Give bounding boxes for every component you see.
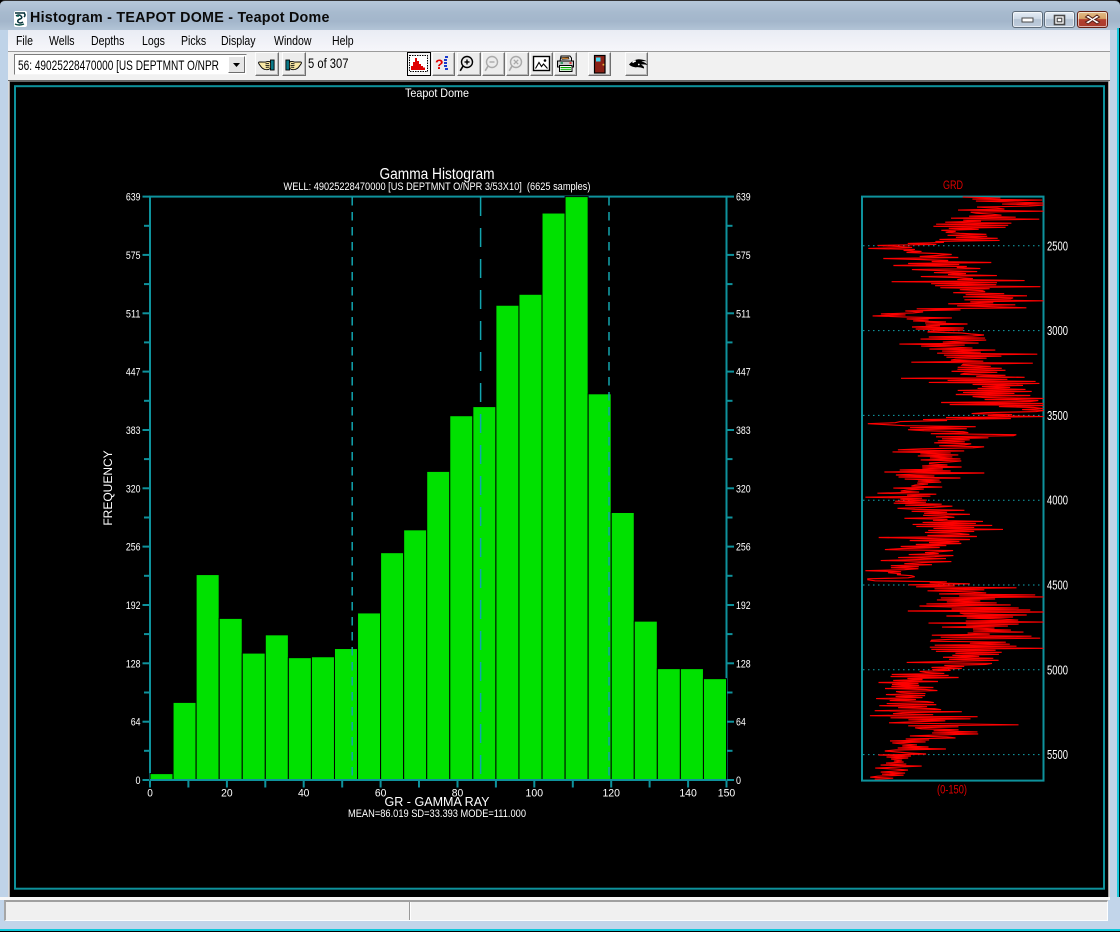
svg-text:3500: 3500 (1047, 409, 1068, 423)
svg-text:20: 20 (221, 788, 233, 800)
svg-text:WELL: 49025228470000 [US DEPTM: WELL: 49025228470000 [US DEPTMNT O/NPR 3… (284, 181, 591, 193)
svg-text:0: 0 (136, 775, 141, 787)
svg-text:120: 120 (602, 788, 620, 800)
svg-text:383: 383 (126, 425, 141, 437)
svg-text:0: 0 (147, 788, 153, 800)
svg-text:128: 128 (126, 658, 141, 670)
svg-text:5500: 5500 (1047, 748, 1068, 762)
svg-text:256: 256 (736, 542, 751, 554)
svg-text:320: 320 (736, 483, 751, 495)
svg-text:447: 447 (126, 367, 141, 379)
svg-text:639: 639 (126, 192, 141, 204)
svg-text:447: 447 (736, 367, 751, 379)
svg-text:150: 150 (718, 788, 736, 800)
svg-text:2500: 2500 (1047, 239, 1068, 253)
svg-text:575: 575 (126, 250, 141, 262)
svg-text:MEAN=86.019 SD=33.393 MODE=111: MEAN=86.019 SD=33.393 MODE=111.000 (348, 808, 526, 820)
svg-text:383: 383 (736, 425, 751, 437)
svg-text:140: 140 (679, 788, 697, 800)
svg-text:GRD: GRD (943, 180, 963, 192)
svg-text:511: 511 (126, 308, 141, 320)
svg-text:192: 192 (736, 600, 751, 612)
svg-text:Teapot Dome: Teapot Dome (405, 86, 469, 100)
svg-text:64: 64 (736, 717, 746, 729)
svg-text:0: 0 (736, 775, 741, 787)
svg-text:192: 192 (126, 600, 141, 612)
svg-text:100: 100 (526, 788, 544, 800)
svg-text:(0-150): (0-150) (937, 785, 967, 797)
svg-text:639: 639 (736, 192, 751, 204)
svg-text:256: 256 (126, 542, 141, 554)
svg-text:64: 64 (131, 717, 141, 729)
svg-text:4000: 4000 (1047, 494, 1068, 508)
svg-text:5000: 5000 (1047, 663, 1068, 677)
svg-text:128: 128 (736, 658, 751, 670)
svg-text:40: 40 (298, 788, 310, 800)
svg-text:3000: 3000 (1047, 324, 1068, 338)
svg-text:FREQUENCY: FREQUENCY (101, 450, 115, 525)
svg-text:511: 511 (736, 308, 751, 320)
svg-text:575: 575 (736, 250, 751, 262)
svg-text:4500: 4500 (1047, 579, 1068, 593)
svg-text:GR - GAMMA RAY: GR - GAMMA RAY (385, 795, 491, 809)
svg-text:320: 320 (126, 483, 141, 495)
